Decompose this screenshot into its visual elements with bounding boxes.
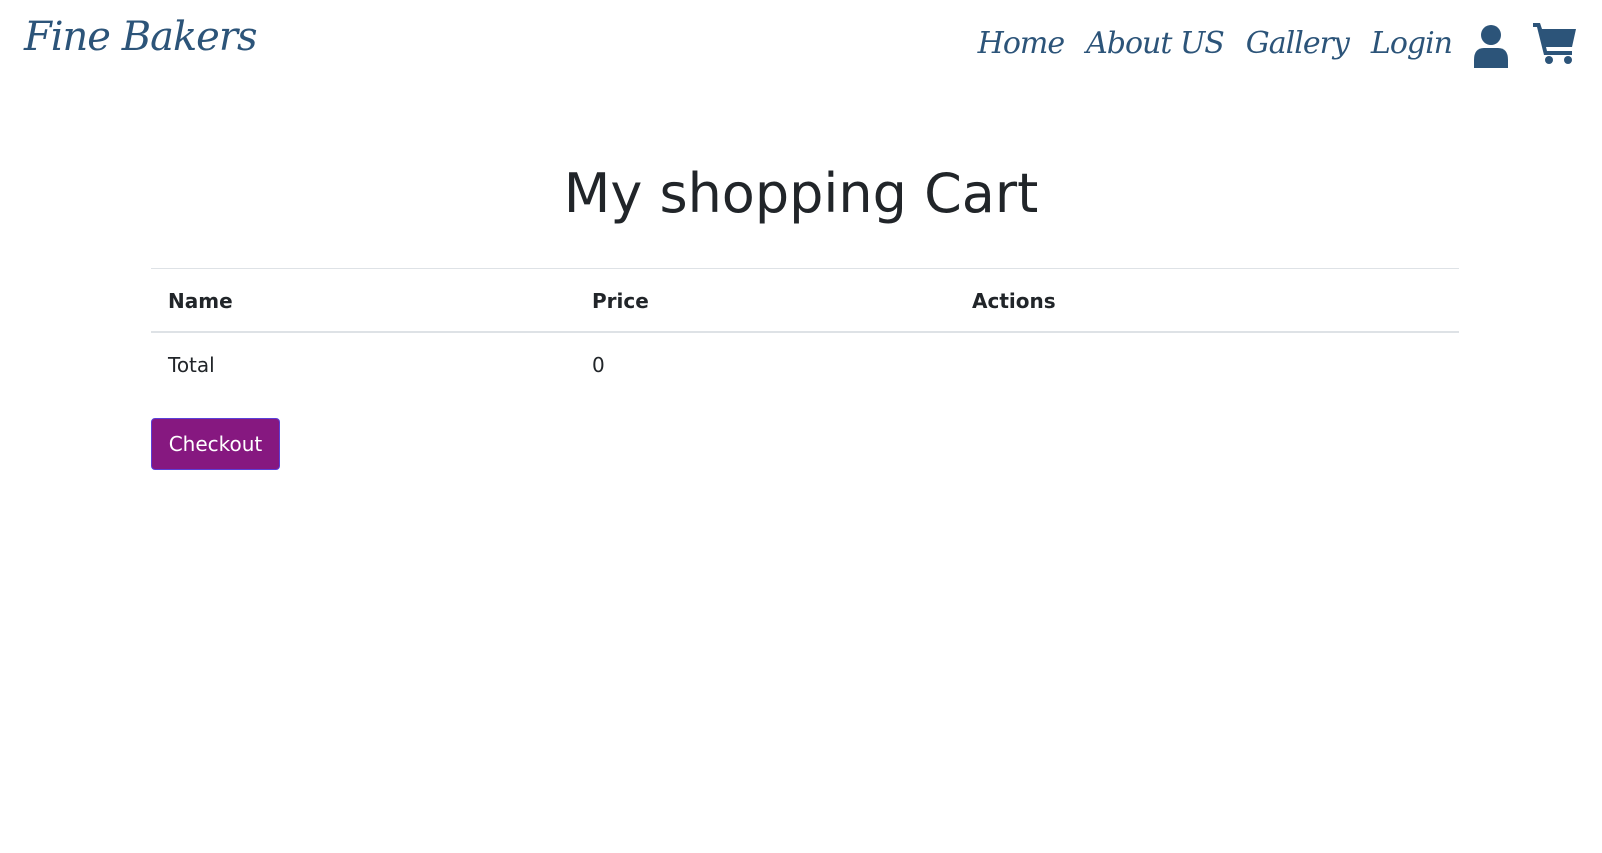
shopping-cart-icon[interactable]	[1532, 20, 1578, 64]
nav-link-login[interactable]: Login	[1371, 26, 1453, 61]
checkout-button[interactable]: Checkout	[151, 418, 280, 470]
brand-logo-link[interactable]: Fine Bakers	[24, 14, 257, 60]
column-header-price: Price	[575, 268, 955, 333]
total-actions-cell	[955, 332, 1459, 397]
nav-links: Home About US Gallery Login	[978, 26, 1453, 61]
navbar: Fine Bakers Home About US Gallery Login	[0, 0, 1602, 100]
column-header-name: Name	[151, 268, 575, 333]
nav-link-gallery[interactable]: Gallery	[1246, 26, 1350, 61]
total-row: Total 0	[151, 332, 1459, 397]
total-label: Total	[168, 353, 215, 377]
page-title: My shopping Cart	[563, 162, 1039, 225]
user-icon[interactable]	[1472, 24, 1510, 68]
nav-link-about-us[interactable]: About US	[1086, 26, 1225, 61]
total-value: 0	[592, 353, 605, 377]
column-header-actions: Actions	[955, 268, 1459, 333]
nav-link-home[interactable]: Home	[978, 26, 1065, 61]
table-header-row: Name Price Actions	[151, 268, 1459, 333]
cart-table: Name Price Actions Total 0	[151, 268, 1459, 397]
